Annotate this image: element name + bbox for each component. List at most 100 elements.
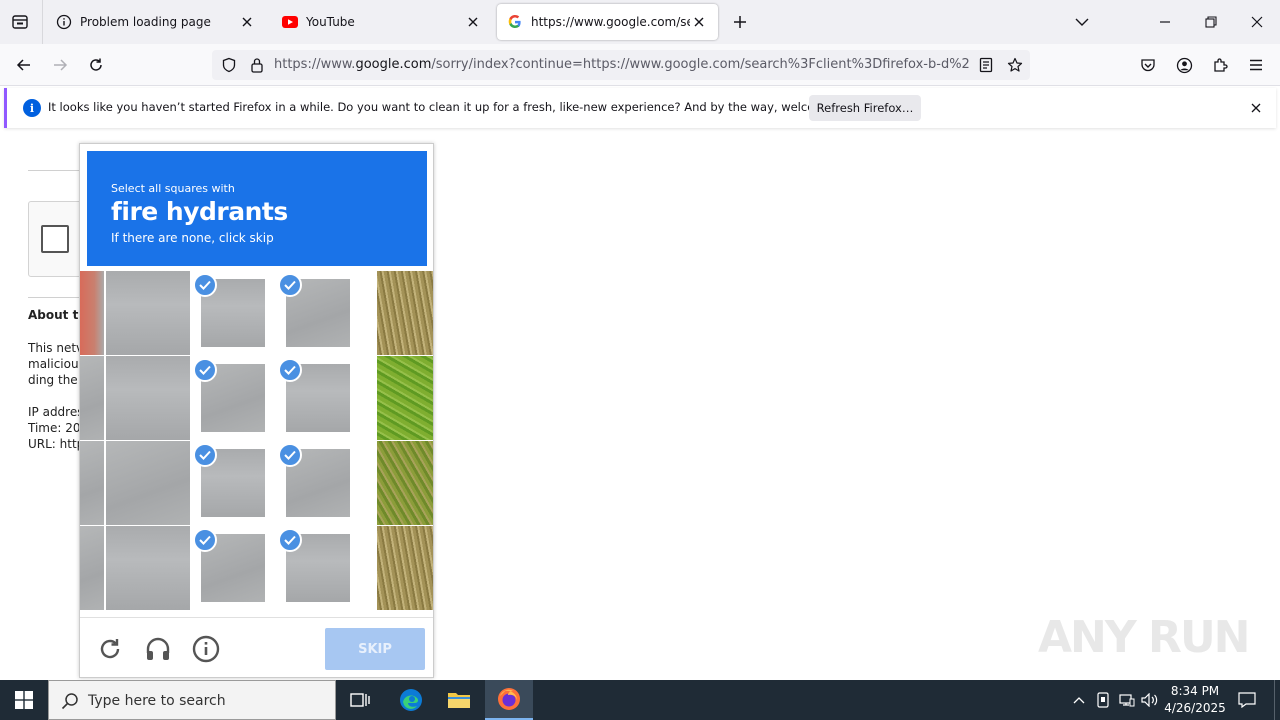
challenge-tile[interactable] (106, 356, 190, 440)
close-tab-icon[interactable] (464, 13, 482, 31)
folder-icon (448, 693, 470, 708)
site-security-icon[interactable] (248, 56, 266, 74)
reader-view-button[interactable] (977, 56, 995, 74)
account-icon (1176, 57, 1192, 73)
tile-image (106, 526, 190, 610)
info-icon (192, 635, 220, 663)
chevron-down-icon (1075, 18, 1089, 26)
tile-image (377, 526, 433, 610)
challenge-tile-partial (80, 356, 104, 440)
challenge-tile[interactable] (377, 441, 433, 525)
navigation-toolbar: https://www.google.com/sorry/index?conti… (0, 44, 1280, 86)
bookmark-button[interactable] (1006, 56, 1024, 74)
firefox-icon (498, 688, 520, 710)
taskbar-search-box[interactable]: Type here to search (48, 680, 336, 720)
chevron-up-icon (1073, 697, 1085, 704)
minimize-button[interactable] (1153, 10, 1177, 34)
close-tab-icon[interactable] (238, 13, 256, 31)
taskbar-clock[interactable]: 8:34 PM 4/26/2025 (1160, 683, 1230, 717)
taskbar-app-file-explorer[interactable] (435, 680, 483, 720)
show-hidden-icons-button[interactable] (1070, 691, 1088, 709)
search-icon (61, 692, 79, 710)
challenge-tile[interactable] (106, 441, 190, 525)
address-bar[interactable]: https://www.google.com/sorry/index?conti… (212, 50, 1030, 80)
close-tab-icon[interactable] (690, 13, 708, 31)
refresh-firefox-button[interactable]: Refresh Firefox… (809, 95, 921, 121)
challenge-tile[interactable] (106, 526, 190, 610)
challenge-tile-partial (80, 271, 104, 355)
edge-icon (400, 689, 422, 711)
challenge-tile[interactable] (276, 356, 360, 440)
page-divider (28, 170, 80, 171)
tray-device-icon[interactable] (1094, 691, 1112, 709)
firefox-view-button[interactable] (8, 10, 32, 34)
hamburger-icon (1250, 59, 1262, 71)
firefox-view-icon (12, 15, 28, 29)
tracking-protection-icon[interactable] (220, 56, 238, 74)
youtube-icon (282, 14, 298, 30)
challenge-tile[interactable] (377, 526, 433, 610)
tab-google-search[interactable]: https://www.google.com/search?client=fir… (497, 4, 718, 40)
forward-button[interactable] (48, 53, 72, 77)
challenge-tile[interactable] (276, 526, 360, 610)
back-button[interactable] (12, 53, 36, 77)
challenge-tile[interactable] (191, 271, 275, 355)
action-center-button[interactable] (1236, 690, 1258, 710)
recaptcha-checkbox[interactable] (41, 225, 69, 253)
new-tab-button[interactable] (728, 10, 752, 34)
tile-image (377, 356, 433, 440)
challenge-tile[interactable] (191, 441, 275, 525)
tile-image (377, 441, 433, 525)
reload-challenge-button[interactable] (96, 635, 124, 663)
notification-message: It looks like you haven’t started Firefo… (48, 100, 869, 114)
challenge-instruction: Select all squares with (111, 182, 235, 195)
app-menu-button[interactable] (1244, 53, 1268, 77)
page-text-line: malicious (28, 357, 85, 371)
challenge-tile[interactable] (191, 356, 275, 440)
extensions-button[interactable] (1208, 53, 1232, 77)
challenge-tile[interactable] (377, 271, 433, 355)
tab-title: https://www.google.com/search?client=fir… (531, 15, 690, 29)
taskbar-app-edge[interactable] (387, 680, 435, 720)
pocket-button[interactable] (1136, 53, 1160, 77)
challenge-tile[interactable] (377, 356, 433, 440)
tray-volume-icon[interactable] (1141, 691, 1159, 709)
audio-challenge-button[interactable] (144, 635, 172, 663)
reload-button[interactable] (84, 53, 108, 77)
tile-image (106, 441, 190, 525)
challenge-tile[interactable] (276, 441, 360, 525)
info-icon (56, 14, 72, 30)
start-button[interactable] (0, 680, 48, 720)
restore-button[interactable] (1199, 10, 1223, 34)
challenge-tile[interactable] (276, 271, 360, 355)
tab-youtube[interactable]: YouTube (272, 4, 492, 40)
notification-close-button[interactable] (1247, 99, 1265, 117)
puzzle-icon (1214, 58, 1228, 72)
task-view-button[interactable] (336, 680, 384, 720)
tray-network-icon[interactable] (1118, 691, 1136, 709)
clock-time: 8:34 PM (1170, 684, 1220, 698)
help-button[interactable] (192, 635, 220, 663)
clock-date: 4/26/2025 (1164, 701, 1226, 715)
shield-icon (222, 57, 236, 73)
close-window-button[interactable] (1245, 10, 1269, 34)
checkmark-icon (278, 528, 302, 552)
arrow-left-icon (16, 59, 30, 71)
show-desktop-button[interactable] (1274, 680, 1280, 720)
taskbar: Type here to search 8:34 PM 4/26/2025 (0, 680, 1280, 720)
tab-strip: Problem loading page YouTube https://www… (0, 0, 1280, 44)
skip-button[interactable]: SKIP (325, 628, 425, 670)
star-icon (1007, 57, 1023, 72)
checkmark-icon (193, 273, 217, 297)
notification-icon (1238, 692, 1256, 708)
url-text[interactable]: https://www.google.com/sorry/index?conti… (274, 57, 970, 75)
taskbar-app-firefox[interactable] (485, 680, 533, 720)
challenge-tile[interactable] (191, 526, 275, 610)
account-button[interactable] (1172, 53, 1196, 77)
challenge-tile[interactable] (106, 271, 190, 355)
page-text-line: This netv (28, 341, 84, 355)
tab-problem-loading[interactable]: Problem loading page (46, 4, 266, 40)
list-all-tabs-button[interactable] (1070, 10, 1094, 34)
network-icon (1119, 694, 1135, 707)
notification-bar: i It looks like you haven’t started Fire… (4, 88, 1276, 128)
